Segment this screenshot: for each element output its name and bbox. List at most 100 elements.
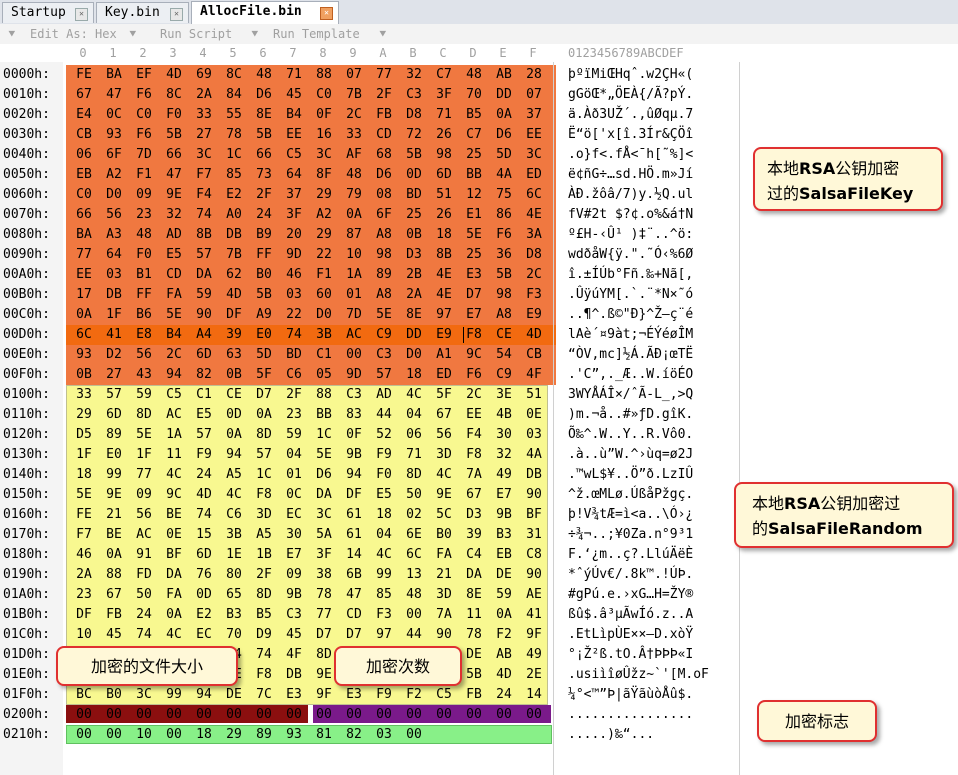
hex-byte[interactable]: 5B [159, 125, 189, 145]
hex-byte[interactable]: 3D [249, 505, 279, 525]
hex-byte[interactable]: 00 [399, 725, 429, 745]
hex-byte[interactable]: 97 [369, 625, 399, 645]
hex-byte[interactable]: C0 [69, 185, 99, 205]
hex-byte[interactable]: 3F [309, 545, 339, 565]
hex-byte[interactable]: 30 [489, 425, 519, 445]
hex-byte[interactable]: 3C [129, 685, 159, 705]
hex-byte[interactable]: 24 [249, 205, 279, 225]
hex-byte[interactable]: 83 [339, 405, 369, 425]
hex-byte[interactable]: 7A [429, 605, 459, 625]
hex-byte[interactable]: 2C [339, 105, 369, 125]
hex-byte[interactable]: 28 [519, 65, 549, 85]
hex-byte[interactable]: 12 [459, 185, 489, 205]
hex-byte[interactable]: 94 [339, 465, 369, 485]
hex-byte[interactable]: 4C [369, 545, 399, 565]
hex-byte[interactable]: 43 [129, 365, 159, 385]
hex-byte[interactable]: C1 [309, 345, 339, 365]
hex-byte[interactable]: 90 [429, 625, 459, 645]
hex-byte[interactable]: AF [339, 145, 369, 165]
hex-byte[interactable]: 48 [249, 65, 279, 85]
hex-byte[interactable]: 33 [189, 105, 219, 125]
hex-byte[interactable]: BE [99, 525, 129, 545]
hex-byte[interactable]: 06 [399, 425, 429, 445]
hex-byte[interactable]: 67 [99, 585, 129, 605]
hex-byte[interactable]: 9C [159, 485, 189, 505]
hex-byte[interactable]: F8 [459, 445, 489, 465]
hex-byte[interactable]: 78 [219, 125, 249, 145]
hex-byte[interactable]: 3B [309, 325, 339, 345]
hex-byte[interactable]: 47 [99, 85, 129, 105]
hex-byte[interactable]: DD [489, 85, 519, 105]
hex-byte[interactable]: 88 [309, 65, 339, 85]
hex-byte[interactable]: AB [489, 65, 519, 85]
hex-byte[interactable]: BF [159, 545, 189, 565]
hex-byte[interactable]: 91 [129, 545, 159, 565]
hex-byte[interactable]: 67 [459, 485, 489, 505]
hex-byte[interactable]: 9D [279, 245, 309, 265]
hex-byte[interactable]: 6D [189, 545, 219, 565]
hex-byte[interactable]: E1 [459, 205, 489, 225]
hex-byte[interactable]: 1A [159, 425, 189, 445]
ascii-row[interactable]: þ!V¾tÆ=ì<a..\Ó›¿ [568, 505, 693, 525]
hex-byte[interactable]: 5C [429, 505, 459, 525]
hex-byte[interactable]: FF [129, 285, 159, 305]
hex-byte[interactable]: EC [279, 505, 309, 525]
hex-byte[interactable]: 7B [219, 245, 249, 265]
hex-byte[interactable]: DD [399, 325, 429, 345]
hex-byte[interactable]: 76 [189, 565, 219, 585]
hex-byte[interactable]: 11 [159, 445, 189, 465]
hex-byte[interactable]: AD [159, 225, 189, 245]
hex-byte[interactable]: 1C [249, 465, 279, 485]
ascii-row[interactable]: ..¶^.ß©"Ð}^Ž—ç¨é [568, 305, 693, 325]
hex-byte[interactable]: C0 [309, 85, 339, 105]
hex-byte[interactable]: 4A [519, 445, 549, 465]
hex-byte[interactable]: 4D [219, 285, 249, 305]
hex-byte[interactable]: 0D [189, 585, 219, 605]
hex-byte[interactable]: D7 [309, 625, 339, 645]
hex-byte[interactable]: 00 [69, 725, 99, 745]
hex-byte[interactable]: 7B [339, 85, 369, 105]
hex-byte[interactable]: C5 [429, 685, 459, 705]
hex-byte[interactable]: 21 [99, 505, 129, 525]
hex-byte[interactable]: 04 [279, 445, 309, 465]
hex-byte[interactable]: 2F [249, 185, 279, 205]
hex-byte[interactable]: 67 [69, 85, 99, 105]
hex-byte[interactable]: A8 [369, 285, 399, 305]
hex-byte[interactable]: E5 [189, 405, 219, 425]
hex-byte[interactable]: FB [369, 105, 399, 125]
hex-byte[interactable]: 8D [249, 425, 279, 445]
hex-byte[interactable]: 03 [369, 725, 399, 745]
hex-byte[interactable]: 57 [249, 445, 279, 465]
hex-byte[interactable]: 03 [99, 265, 129, 285]
hex-byte[interactable]: 60 [309, 285, 339, 305]
ascii-row[interactable]: .usiìîøÛžz~`'[M.oF [568, 665, 709, 685]
ascii-row[interactable]: .™wL$¥..Ö”ð.LzIÛ [568, 465, 693, 485]
hex-byte[interactable]: A2 [99, 165, 129, 185]
hex-byte[interactable]: 79 [339, 185, 369, 205]
hex-byte[interactable]: 9E [429, 485, 459, 505]
hex-byte[interactable]: 2A [69, 565, 99, 585]
hex-byte[interactable]: 5E [159, 305, 189, 325]
hex-byte[interactable]: CB [519, 345, 549, 365]
hex-byte[interactable]: 8C [219, 65, 249, 85]
hex-byte[interactable]: D6 [489, 125, 519, 145]
hex-byte[interactable]: 4D [489, 665, 519, 685]
hex-byte[interactable]: 39 [219, 325, 249, 345]
hex-byte[interactable]: 38 [309, 565, 339, 585]
hex-byte[interactable]: D0 [309, 305, 339, 325]
hex-byte[interactable]: AE [519, 585, 549, 605]
hex-byte[interactable]: D0 [99, 185, 129, 205]
hex-byte[interactable]: 4C [429, 465, 459, 485]
hex-byte[interactable]: DA [159, 565, 189, 585]
hex-byte[interactable]: 0F [339, 425, 369, 445]
hex-byte[interactable]: 6C [399, 545, 429, 565]
ascii-row[interactable]: Õ‰^.W..Y..R.Vô0. [568, 425, 693, 445]
hex-byte[interactable]: 3C [189, 145, 219, 165]
hex-byte[interactable]: 71 [429, 105, 459, 125]
hex-byte[interactable]: 10 [129, 725, 159, 745]
hex-byte[interactable]: 71 [399, 445, 429, 465]
hex-byte[interactable]: 45 [279, 625, 309, 645]
hex-byte[interactable]: BC [69, 685, 99, 705]
hex-byte[interactable]: 5B [249, 285, 279, 305]
hex-byte[interactable]: A8 [369, 225, 399, 245]
